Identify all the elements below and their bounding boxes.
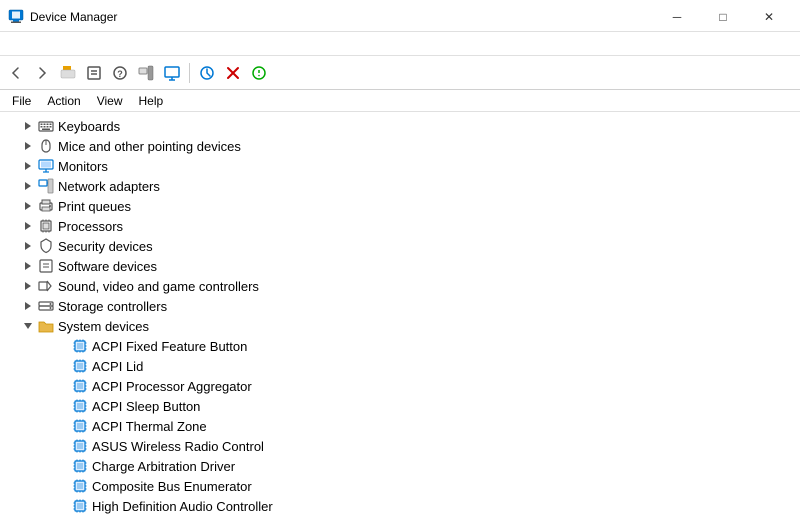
menu-action[interactable]: Action (39, 92, 88, 110)
title-bar-left: Device Manager (8, 9, 117, 25)
svg-text:?: ? (117, 69, 123, 79)
tree-label-acpi-sleep: ACPI Sleep Button (92, 399, 200, 414)
title-bar: Device Manager ─ □ ✕ (0, 0, 800, 32)
chip-icon (72, 358, 88, 374)
tree-label-charge-arbitration: Charge Arbitration Driver (92, 459, 235, 474)
chip-icon (72, 438, 88, 454)
tree-label-software-devices: Software devices (58, 259, 157, 274)
properties-button[interactable] (82, 61, 106, 85)
expand-btn-system-devices[interactable] (20, 318, 36, 334)
tree-label-acpi-fixed: ACPI Fixed Feature Button (92, 339, 247, 354)
tree-label-print-queues: Print queues (58, 199, 131, 214)
tree-item-sound-video[interactable]: Sound, video and game controllers (0, 276, 800, 296)
keyboard-icon (38, 118, 54, 134)
expand-btn-keyboards[interactable] (20, 118, 36, 134)
tree-item-charge-arbitration[interactable]: Charge Arbitration Driver (0, 456, 800, 476)
menu-view[interactable]: View (89, 92, 131, 110)
tree-label-monitors: Monitors (58, 159, 108, 174)
tree-label-acpi-processor: ACPI Processor Aggregator (92, 379, 252, 394)
tree-label-acpi-lid: ACPI Lid (92, 359, 143, 374)
expand-btn-sound-video[interactable] (20, 278, 36, 294)
chip-icon (72, 338, 88, 354)
network-map-button[interactable] (134, 61, 158, 85)
menu-help[interactable]: Help (131, 92, 172, 110)
mouse-icon (38, 138, 54, 154)
tree-item-keyboards[interactable]: Keyboards (0, 116, 800, 136)
forward-button[interactable] (30, 61, 54, 85)
app-icon (8, 9, 24, 25)
network-icon (38, 178, 54, 194)
minimize-button[interactable]: ─ (654, 4, 700, 30)
tree-label-acpi-thermal: ACPI Thermal Zone (92, 419, 207, 434)
tree-item-mice[interactable]: Mice and other pointing devices (0, 136, 800, 156)
storage-icon (38, 298, 54, 314)
expand-btn-mice[interactable] (20, 138, 36, 154)
tree-item-acpi-lid[interactable]: ACPI Lid (0, 356, 800, 376)
tree-item-security-devices[interactable]: Security devices (0, 236, 800, 256)
tree-label-system-devices: System devices (58, 319, 149, 334)
expand-btn-monitors[interactable] (20, 158, 36, 174)
expand-btn-software-devices[interactable] (20, 258, 36, 274)
tree-item-software-devices[interactable]: Software devices (0, 256, 800, 276)
tree-label-sound-video: Sound, video and game controllers (58, 279, 259, 294)
audio-icon (38, 278, 54, 294)
tree-label-hd-audio: High Definition Audio Controller (92, 499, 273, 514)
tree-item-processors[interactable]: Processors (0, 216, 800, 236)
tree-item-asus-wireless[interactable]: ASUS Wireless Radio Control (0, 436, 800, 456)
security-icon (38, 238, 54, 254)
expand-btn-security-devices[interactable] (20, 238, 36, 254)
up-button[interactable] (56, 61, 80, 85)
tree-item-acpi-fixed[interactable]: ACPI Fixed Feature Button (0, 336, 800, 356)
update-driver-button[interactable] (195, 61, 219, 85)
device-tree[interactable]: Keyboards Mice and other pointing devices… (0, 112, 800, 518)
monitor-icon (38, 158, 54, 174)
expand-btn-network-adapters[interactable] (20, 178, 36, 194)
expand-btn-processors[interactable] (20, 218, 36, 234)
chip-icon (72, 378, 88, 394)
menubar-row: File Action View Help (0, 90, 800, 112)
chip-icon (72, 498, 88, 514)
chip-icon (72, 398, 88, 414)
scan-button[interactable] (247, 61, 271, 85)
tree-item-acpi-processor[interactable]: ACPI Processor Aggregator (0, 376, 800, 396)
tree-item-hd-audio[interactable]: High Definition Audio Controller (0, 496, 800, 516)
window-title: Device Manager (30, 10, 117, 24)
uninstall-button[interactable] (221, 61, 245, 85)
toolbar-separator-1 (189, 63, 190, 83)
software-icon (38, 258, 54, 274)
maximize-button[interactable]: □ (700, 4, 746, 30)
printer-icon (38, 198, 54, 214)
window-controls: ─ □ ✕ (654, 4, 792, 30)
chip-icon (72, 458, 88, 474)
tree-label-storage-controllers: Storage controllers (58, 299, 167, 314)
chip-icon (72, 478, 88, 494)
tree-item-storage-controllers[interactable]: Storage controllers (0, 296, 800, 316)
chip-icon (72, 418, 88, 434)
expand-btn-print-queues[interactable] (20, 198, 36, 214)
processor-icon (38, 218, 54, 234)
tree-label-keyboards: Keyboards (58, 119, 120, 134)
display-button[interactable] (160, 61, 184, 85)
tree-item-composite-bus[interactable]: Composite Bus Enumerator (0, 476, 800, 496)
folder-icon (38, 318, 54, 334)
tree-item-system-devices[interactable]: System devices (0, 316, 800, 336)
tree-label-processors: Processors (58, 219, 123, 234)
tree-label-security-devices: Security devices (58, 239, 153, 254)
tree-label-mice: Mice and other pointing devices (58, 139, 241, 154)
toolbar: ? (0, 56, 800, 90)
help-button[interactable]: ? (108, 61, 132, 85)
back-button[interactable] (4, 61, 28, 85)
menu-bar (0, 32, 800, 56)
tree-item-print-queues[interactable]: Print queues (0, 196, 800, 216)
tree-label-network-adapters: Network adapters (58, 179, 160, 194)
tree-label-composite-bus: Composite Bus Enumerator (92, 479, 252, 494)
tree-item-network-adapters[interactable]: Network adapters (0, 176, 800, 196)
expand-btn-storage-controllers[interactable] (20, 298, 36, 314)
tree-item-acpi-sleep[interactable]: ACPI Sleep Button (0, 396, 800, 416)
tree-label-asus-wireless: ASUS Wireless Radio Control (92, 439, 264, 454)
tree-item-acpi-thermal[interactable]: ACPI Thermal Zone (0, 416, 800, 436)
menu-file[interactable]: File (4, 92, 39, 110)
close-button[interactable]: ✕ (746, 4, 792, 30)
tree-item-monitors[interactable]: Monitors (0, 156, 800, 176)
